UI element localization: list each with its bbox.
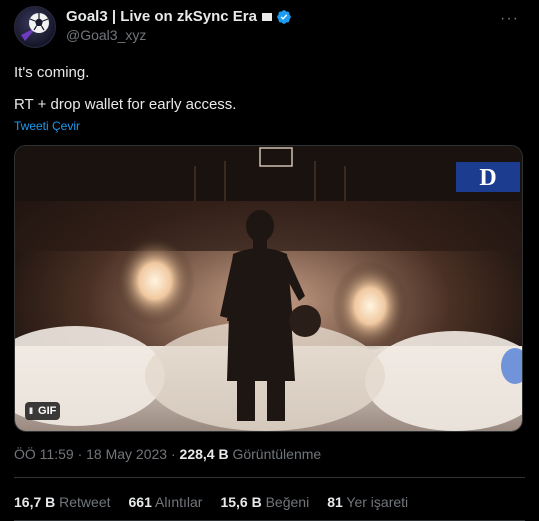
soccer-ball-logo-icon xyxy=(21,13,49,41)
gif-frame: D xyxy=(15,146,522,431)
gif-media[interactable]: D II GIF xyxy=(14,145,523,432)
bookmarks-count: 81 xyxy=(327,494,343,510)
retweets-stat[interactable]: 16,7 B Retweet xyxy=(14,494,111,510)
svg-text:D: D xyxy=(479,165,496,191)
likes-label: Beğeni xyxy=(265,494,310,510)
bookmarks-label: Yer işareti xyxy=(346,494,409,510)
divider xyxy=(14,477,525,478)
bookmarks-stat[interactable]: 81 Yer işareti xyxy=(327,494,408,510)
more-options-icon[interactable]: ··· xyxy=(500,10,519,28)
handle[interactable]: @Goal3_xyz xyxy=(66,27,146,43)
translate-link[interactable]: Tweeti Çevir xyxy=(14,119,80,133)
tweet-text-line1: It's coming. xyxy=(14,64,90,81)
author-name-row: Goal3 | Live on zkSync Era xyxy=(66,8,292,25)
quotes-label: Alıntılar xyxy=(154,494,203,510)
tweet-meta: ÖÖ 11:59 · 18 May 2023 · 228,4 B Görüntü… xyxy=(14,446,321,462)
separator-dot: · xyxy=(77,446,83,462)
tweet-date[interactable]: 18 May 2023 xyxy=(86,446,167,462)
quotes-count: 661 xyxy=(128,494,152,510)
gif-controls: II GIF xyxy=(25,402,61,420)
tweet-time[interactable]: ÖÖ 11:59 xyxy=(14,446,74,462)
flag-icon xyxy=(261,12,272,21)
display-name[interactable]: Goal3 | Live on zkSync Era xyxy=(66,8,257,25)
views-count: 228,4 B xyxy=(179,446,229,462)
avatar[interactable] xyxy=(14,6,56,48)
gif-badge: GIF xyxy=(38,405,57,417)
likes-stat[interactable]: 15,6 B Beğeni xyxy=(220,494,309,510)
quotes-stat[interactable]: 661 Alıntılar xyxy=(129,494,203,510)
retweets-count: 16,7 B xyxy=(14,494,56,510)
verified-badge-icon xyxy=(277,9,291,24)
tweet-text-line2: RT + drop wallet for early access. xyxy=(14,96,237,113)
views-label: Görüntülenme xyxy=(232,446,322,462)
pause-icon[interactable]: II xyxy=(29,406,33,416)
basketball xyxy=(289,305,321,337)
engagement-stats: 16,7 B Retweet 661 Alıntılar 15,6 B Beğe… xyxy=(14,494,426,510)
likes-count: 15,6 B xyxy=(220,494,262,510)
tweet: Goal3 | Live on zkSync Era @Goal3_xyz ··… xyxy=(0,0,539,521)
separator-dot: · xyxy=(170,446,176,462)
retweets-label: Retweet xyxy=(59,494,111,510)
